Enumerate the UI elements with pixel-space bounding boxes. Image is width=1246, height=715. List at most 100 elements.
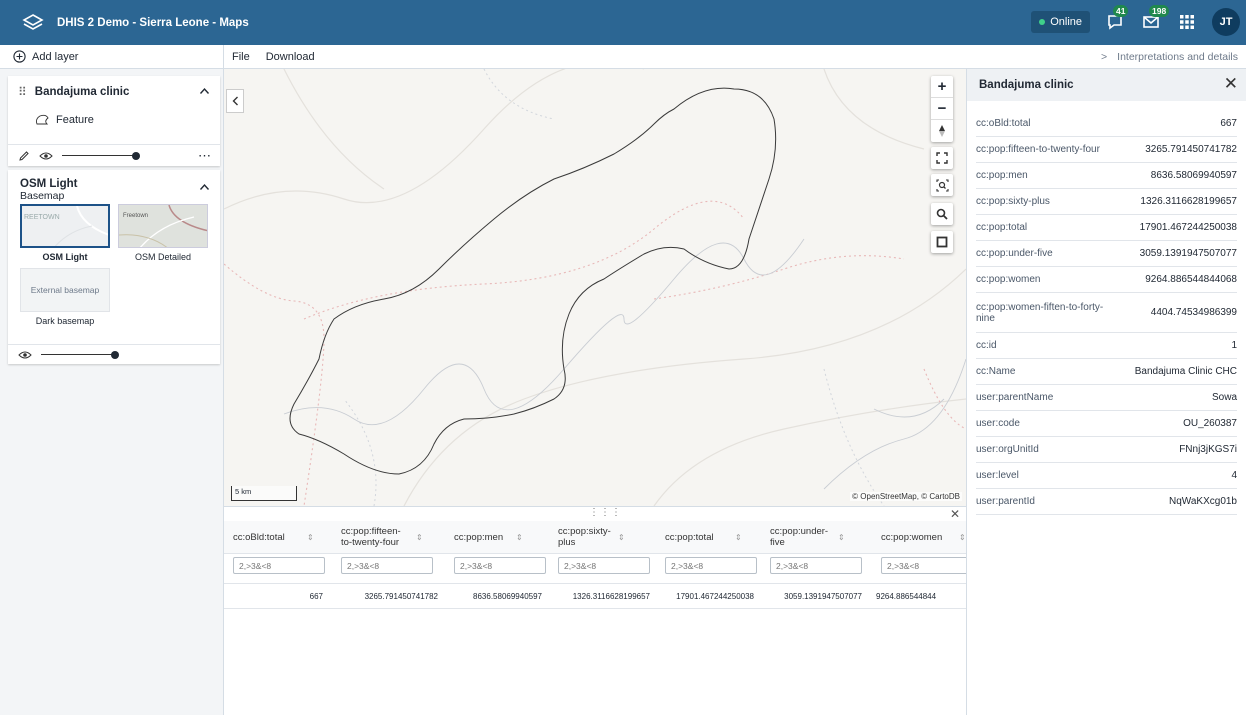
dhis2-logo-icon[interactable] xyxy=(19,9,47,37)
details-row: cc:pop:fifteen-to-twenty-four 3265.791450… xyxy=(976,137,1237,163)
basemap-collapse-chevron-icon[interactable] xyxy=(199,182,210,194)
interpretations-label: Interpretations and details xyxy=(1117,51,1238,63)
online-dot-icon xyxy=(1039,19,1046,25)
measure-button[interactable] xyxy=(931,231,953,253)
scale-bar: 5 km xyxy=(231,486,297,501)
dark-basemap-label: Dark basemap xyxy=(35,316,95,326)
basemap-opacity-knob[interactable] xyxy=(111,350,119,359)
column-header[interactable]: cc:oBld:total ⇕ xyxy=(233,532,314,543)
interpretations-toggle[interactable]: > Interpretations and details xyxy=(1101,51,1238,63)
details-row: user:code OU_260387 xyxy=(976,411,1237,437)
table-cell: 3265.791450741782 xyxy=(364,592,438,601)
details-panel-header: Bandajuma clinic ✕ xyxy=(967,69,1246,101)
sort-icon[interactable]: ⇕ xyxy=(307,532,314,543)
fullscreen-button[interactable] xyxy=(931,147,953,169)
reset-bearing-button[interactable] xyxy=(931,120,953,142)
zoom-in-button[interactable]: + xyxy=(931,76,953,98)
close-data-table-icon[interactable]: ✕ xyxy=(950,507,960,521)
online-status-label: Online xyxy=(1050,16,1082,28)
sort-icon[interactable]: ⇕ xyxy=(735,532,742,543)
apps-menu-button[interactable] xyxy=(1176,11,1198,33)
table-cell: 9264.886544844 xyxy=(876,592,937,601)
basemap-visibility-eye-icon[interactable] xyxy=(18,350,32,360)
sort-icon[interactable]: ⇕ xyxy=(618,532,625,543)
details-table: cc:oBld:total 667 cc:pop:fifteen-to-twent… xyxy=(976,111,1237,515)
osm-detailed-thumbnail: Freetown xyxy=(118,204,208,248)
column-header[interactable]: cc:pop:total ⇕ xyxy=(665,532,742,543)
table-cell: 8636.58069940597 xyxy=(473,592,542,601)
table-row[interactable]: 667 3265.791450741782 8636.58069940597 1… xyxy=(224,583,966,609)
interpretations-badge: 41 xyxy=(1113,5,1129,17)
add-layer-button[interactable]: Add layer xyxy=(0,45,223,69)
sort-icon[interactable]: ⇕ xyxy=(416,532,423,543)
more-options-icon[interactable]: ⋯ xyxy=(198,148,212,164)
column-filter-input[interactable] xyxy=(341,557,433,574)
basemap-option-dark[interactable]: External basemap Dark basemap xyxy=(20,268,110,326)
add-layer-label: Add layer xyxy=(32,50,79,63)
measure-area-icon xyxy=(936,236,948,248)
details-row: cc:oBld:total 667 xyxy=(976,111,1237,137)
details-row: cc:pop:total 17901.467244250038 xyxy=(976,215,1237,241)
basemap-option-osm-detailed[interactable]: Freetown OSM Detailed xyxy=(118,204,208,262)
basemap-list: REETOWN OSM Light Freetown OSM Detailed … xyxy=(8,204,220,326)
details-row: cc:pop:under-five 3059.1391947507077 xyxy=(976,241,1237,267)
polygon-feature-icon xyxy=(35,114,49,125)
visibility-eye-icon[interactable] xyxy=(39,151,53,161)
details-row: user:orgUnitId FNnj3jKGS7i xyxy=(976,437,1237,463)
basemap-card: OSM Light Basemap REETOWN OSM Light Free… xyxy=(8,170,220,364)
column-filter-input[interactable] xyxy=(665,557,757,574)
details-row: user:parentName Sowa xyxy=(976,385,1237,411)
column-header[interactable]: cc:pop:fifteen-to-twenty-four ⇕ xyxy=(341,526,423,548)
column-filter-input[interactable] xyxy=(454,557,546,574)
chevron-right-icon: > xyxy=(1101,51,1108,63)
feature-layer-title: Bandajuma clinic xyxy=(34,86,130,98)
messages-badge: 198 xyxy=(1149,5,1170,17)
edit-pencil-icon[interactable] xyxy=(18,150,30,162)
opacity-slider[interactable] xyxy=(62,151,140,161)
user-avatar[interactable]: JT xyxy=(1212,8,1240,36)
column-header[interactable]: cc:pop:sixty-plus ⇕ xyxy=(558,526,625,548)
download-menu[interactable]: Download xyxy=(258,51,323,63)
sort-icon[interactable]: ⇕ xyxy=(838,532,845,543)
table-cell: 1326.3116628199657 xyxy=(572,592,650,601)
column-header[interactable]: cc:pop:women ⇕ xyxy=(881,532,966,543)
column-filter-input[interactable] xyxy=(770,557,862,574)
feature-legend-label: Feature xyxy=(56,114,94,126)
basemap-option-osm-light[interactable]: REETOWN OSM Light xyxy=(20,204,110,262)
sort-icon[interactable]: ⇕ xyxy=(959,532,966,543)
map-canvas[interactable]: + − 5 km © OpenStreetMap, © CartoDB xyxy=(224,69,966,506)
collapse-left-panel-button[interactable] xyxy=(226,89,244,113)
resize-handle-icon[interactable]: ⋮⋮⋮ xyxy=(589,507,622,518)
opacity-slider-knob[interactable] xyxy=(132,151,140,160)
compass-icon xyxy=(939,125,945,137)
details-row: cc:pop:women 9264.886544844068 xyxy=(976,267,1237,293)
zoom-to-content-button[interactable] xyxy=(931,174,953,196)
app-title: DHIS 2 Demo - Sierra Leone - Maps xyxy=(57,16,249,29)
zoom-controls: + − xyxy=(931,76,953,142)
feature-layer-toolbar: ⋯ xyxy=(8,144,220,166)
feature-polygon[interactable] xyxy=(289,87,777,475)
map-background xyxy=(224,69,966,506)
zoom-out-button[interactable]: − xyxy=(931,98,953,120)
basemap-opacity-slider[interactable] xyxy=(41,350,119,360)
column-filter-input[interactable] xyxy=(233,557,325,574)
messages-button[interactable]: 198 xyxy=(1140,5,1170,33)
drag-handle-icon[interactable]: ⠿ xyxy=(18,85,27,99)
table-cell: 17901.467244250038 xyxy=(676,592,754,601)
interpretations-button[interactable]: 41 xyxy=(1104,5,1129,33)
collapse-chevron-icon[interactable] xyxy=(199,86,210,98)
search-icon xyxy=(936,208,948,220)
osm-light-thumbnail: REETOWN xyxy=(20,204,110,248)
basemap-title: OSM Light xyxy=(20,178,78,190)
column-header[interactable]: cc:pop:under-five ⇕ xyxy=(770,526,845,548)
close-details-icon[interactable]: ✕ xyxy=(1224,74,1238,94)
sort-icon[interactable]: ⇕ xyxy=(516,532,523,543)
column-header[interactable]: cc:pop:men ⇕ xyxy=(454,532,523,543)
file-menu[interactable]: File xyxy=(224,51,258,63)
details-panel: Bandajuma clinic ✕ cc:oBld:total 667 cc:p… xyxy=(966,69,1246,715)
search-place-button[interactable] xyxy=(931,203,953,225)
column-filter-input[interactable] xyxy=(558,557,650,574)
column-filter-input[interactable] xyxy=(881,557,966,574)
details-row: cc:pop:women-fiften-to-forty-nine 4404.74… xyxy=(976,293,1237,333)
dark-basemap-thumbnail: External basemap xyxy=(20,268,110,312)
